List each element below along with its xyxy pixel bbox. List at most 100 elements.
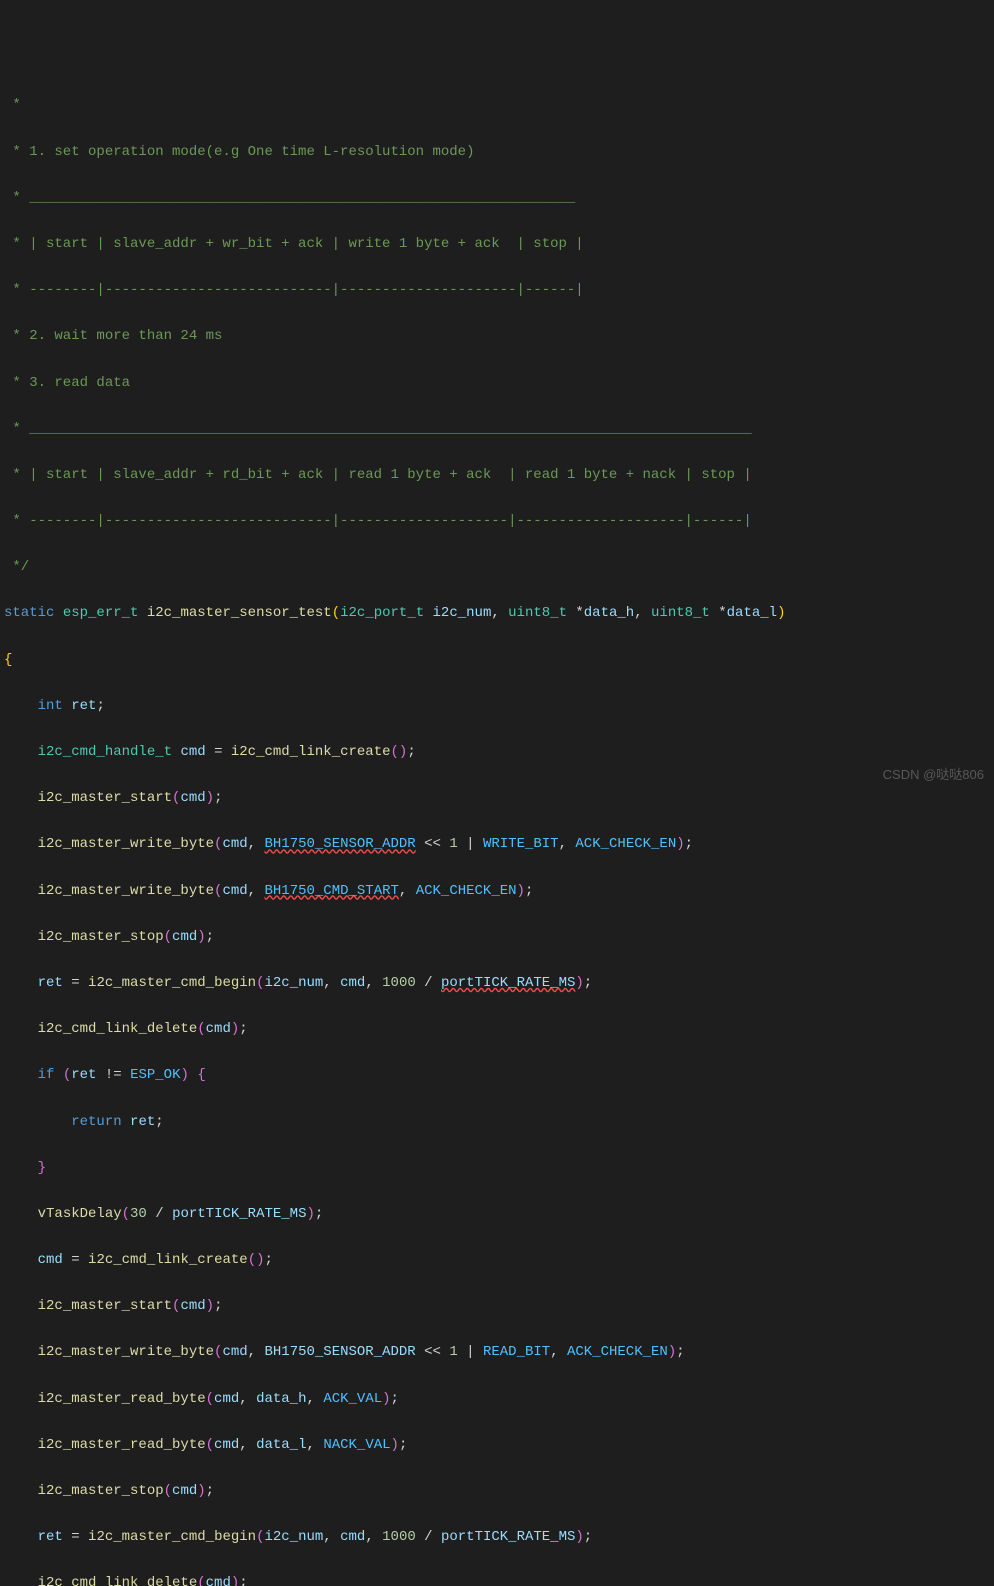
code-line[interactable]: cmd = i2c_cmd_link_create(); (0, 1249, 994, 1272)
var-cmd: cmd (180, 1298, 205, 1314)
semicolon: ; (315, 1206, 323, 1222)
code-line[interactable]: } (0, 1157, 994, 1180)
fn-vtaskdelay: vTaskDelay (38, 1206, 122, 1222)
code-line[interactable]: int ret; (0, 695, 994, 718)
comment-line: */ (0, 556, 994, 579)
fn-read-byte: i2c_master_read_byte (38, 1391, 206, 1407)
op-lshift: << (424, 836, 441, 852)
param-i2c-num: i2c_num (433, 605, 492, 621)
comma: , (248, 883, 265, 899)
num-1: 1 (449, 836, 457, 852)
paren-close: ) (382, 1391, 390, 1407)
code-line[interactable]: static esp_err_t i2c_master_sensor_test(… (0, 602, 994, 625)
const-read-bit: READ_BIT (483, 1344, 550, 1360)
code-line[interactable]: ret = i2c_master_cmd_begin(i2c_num, cmd,… (0, 1526, 994, 1549)
var-ret: ret (71, 698, 96, 714)
code-line[interactable]: vTaskDelay(30 / portTICK_RATE_MS); (0, 1203, 994, 1226)
paren-open: ( (164, 1483, 172, 1499)
type-uint8-t: uint8_t (651, 605, 710, 621)
semicolon: ; (239, 1021, 247, 1037)
equals: = (71, 1252, 88, 1268)
paren-open: ( (256, 975, 264, 991)
paren-close: ) (197, 1483, 205, 1499)
const-tick-rate: portTICK_RATE_MS (441, 975, 575, 991)
comment-line: * 3. read data (0, 372, 994, 395)
var-ret: ret (38, 1529, 63, 1545)
comma: , (307, 1391, 324, 1407)
code-line[interactable]: return ret; (0, 1111, 994, 1134)
semicolon: ; (399, 1437, 407, 1453)
comma: , (365, 975, 382, 991)
semicolon: ; (676, 1344, 684, 1360)
paren-close: ) (306, 1206, 314, 1222)
paren-close: ) (181, 1067, 189, 1083)
paren-open: ( (214, 836, 222, 852)
const-ack-val: ACK_VAL (323, 1391, 382, 1407)
semicolon: ; (685, 836, 693, 852)
fn-master-stop: i2c_master_stop (38, 1483, 164, 1499)
fn-write-byte: i2c_master_write_byte (38, 1344, 214, 1360)
comma: , (248, 836, 265, 852)
paren-open: ( (197, 1575, 205, 1586)
semicolon: ; (391, 1391, 399, 1407)
comma: , (559, 836, 576, 852)
comment-line: * (0, 94, 994, 117)
num-1: 1 (449, 1344, 457, 1360)
var-data-h: data_h (256, 1391, 306, 1407)
var-ret: ret (71, 1067, 96, 1083)
var-i2c-num: i2c_num (264, 975, 323, 991)
paren-open: ( (206, 1437, 214, 1453)
semicolon: ; (239, 1575, 247, 1586)
code-line[interactable]: ret = i2c_master_cmd_begin(i2c_num, cmd,… (0, 972, 994, 995)
comment-line: * 2. wait more than 24 ms (0, 325, 994, 348)
code-line[interactable]: i2c_cmd_handle_t cmd = i2c_cmd_link_crea… (0, 741, 994, 764)
semicolon: ; (155, 1114, 163, 1130)
paren-open: ( (214, 883, 222, 899)
code-line[interactable]: i2c_master_write_byte(cmd, BH1750_CMD_ST… (0, 880, 994, 903)
op-div: / (424, 975, 432, 991)
const-sensor-addr: BH1750_SENSOR_ADDR (264, 836, 415, 852)
fn-link-delete: i2c_cmd_link_delete (38, 1575, 198, 1586)
op-div: / (424, 1529, 432, 1545)
keyword-static: static (4, 605, 54, 621)
code-line[interactable]: if (ret != ESP_OK) { (0, 1064, 994, 1087)
var-cmd: cmd (214, 1391, 239, 1407)
type-cmd-handle: i2c_cmd_handle_t (38, 744, 172, 760)
code-line[interactable]: i2c_master_stop(cmd); (0, 926, 994, 949)
fn-link-create: i2c_cmd_link_create (88, 1252, 248, 1268)
code-line[interactable]: i2c_cmd_link_delete(cmd); (0, 1018, 994, 1041)
code-line[interactable]: i2c_cmd_link_delete(cmd); (0, 1572, 994, 1586)
var-cmd: cmd (222, 836, 247, 852)
comma: , (323, 1529, 340, 1545)
var-cmd: cmd (172, 1483, 197, 1499)
param-data-h: data_h (584, 605, 634, 621)
comma: , (248, 1344, 265, 1360)
code-line[interactable]: i2c_master_write_byte(cmd, BH1750_SENSOR… (0, 833, 994, 856)
code-line[interactable]: i2c_master_start(cmd); (0, 787, 994, 810)
brace-open: { (4, 652, 12, 668)
op-pipe: | (466, 836, 474, 852)
var-cmd: cmd (180, 744, 205, 760)
code-line[interactable]: i2c_master_read_byte(cmd, data_h, ACK_VA… (0, 1388, 994, 1411)
code-line[interactable]: i2c_master_start(cmd); (0, 1295, 994, 1318)
function-name: i2c_master_sensor_test (147, 605, 332, 621)
semicolon: ; (206, 929, 214, 945)
paren-close: ) (197, 929, 205, 945)
fn-master-start: i2c_master_start (38, 1298, 172, 1314)
code-line[interactable]: { (0, 649, 994, 672)
var-cmd: cmd (38, 1252, 63, 1268)
var-i2c-num: i2c_num (264, 1529, 323, 1545)
comment-line: * --------|---------------------------|-… (0, 510, 994, 533)
equals: = (71, 1529, 88, 1545)
paren-open: ( (248, 1252, 256, 1268)
paren-open: ( (197, 1021, 205, 1037)
code-line[interactable]: i2c_master_stop(cmd); (0, 1480, 994, 1503)
fn-link-delete: i2c_cmd_link_delete (38, 1021, 198, 1037)
code-line[interactable]: i2c_master_read_byte(cmd, data_l, NACK_V… (0, 1434, 994, 1457)
code-line[interactable]: i2c_master_write_byte(cmd, BH1750_SENSOR… (0, 1341, 994, 1364)
comment-line: * ______________________________________… (0, 418, 994, 441)
var-cmd: cmd (340, 975, 365, 991)
comment-line: * --------|---------------------------|-… (0, 279, 994, 302)
paren-close: ) (575, 1529, 583, 1545)
const-ack-check: ACK_CHECK_EN (416, 883, 517, 899)
